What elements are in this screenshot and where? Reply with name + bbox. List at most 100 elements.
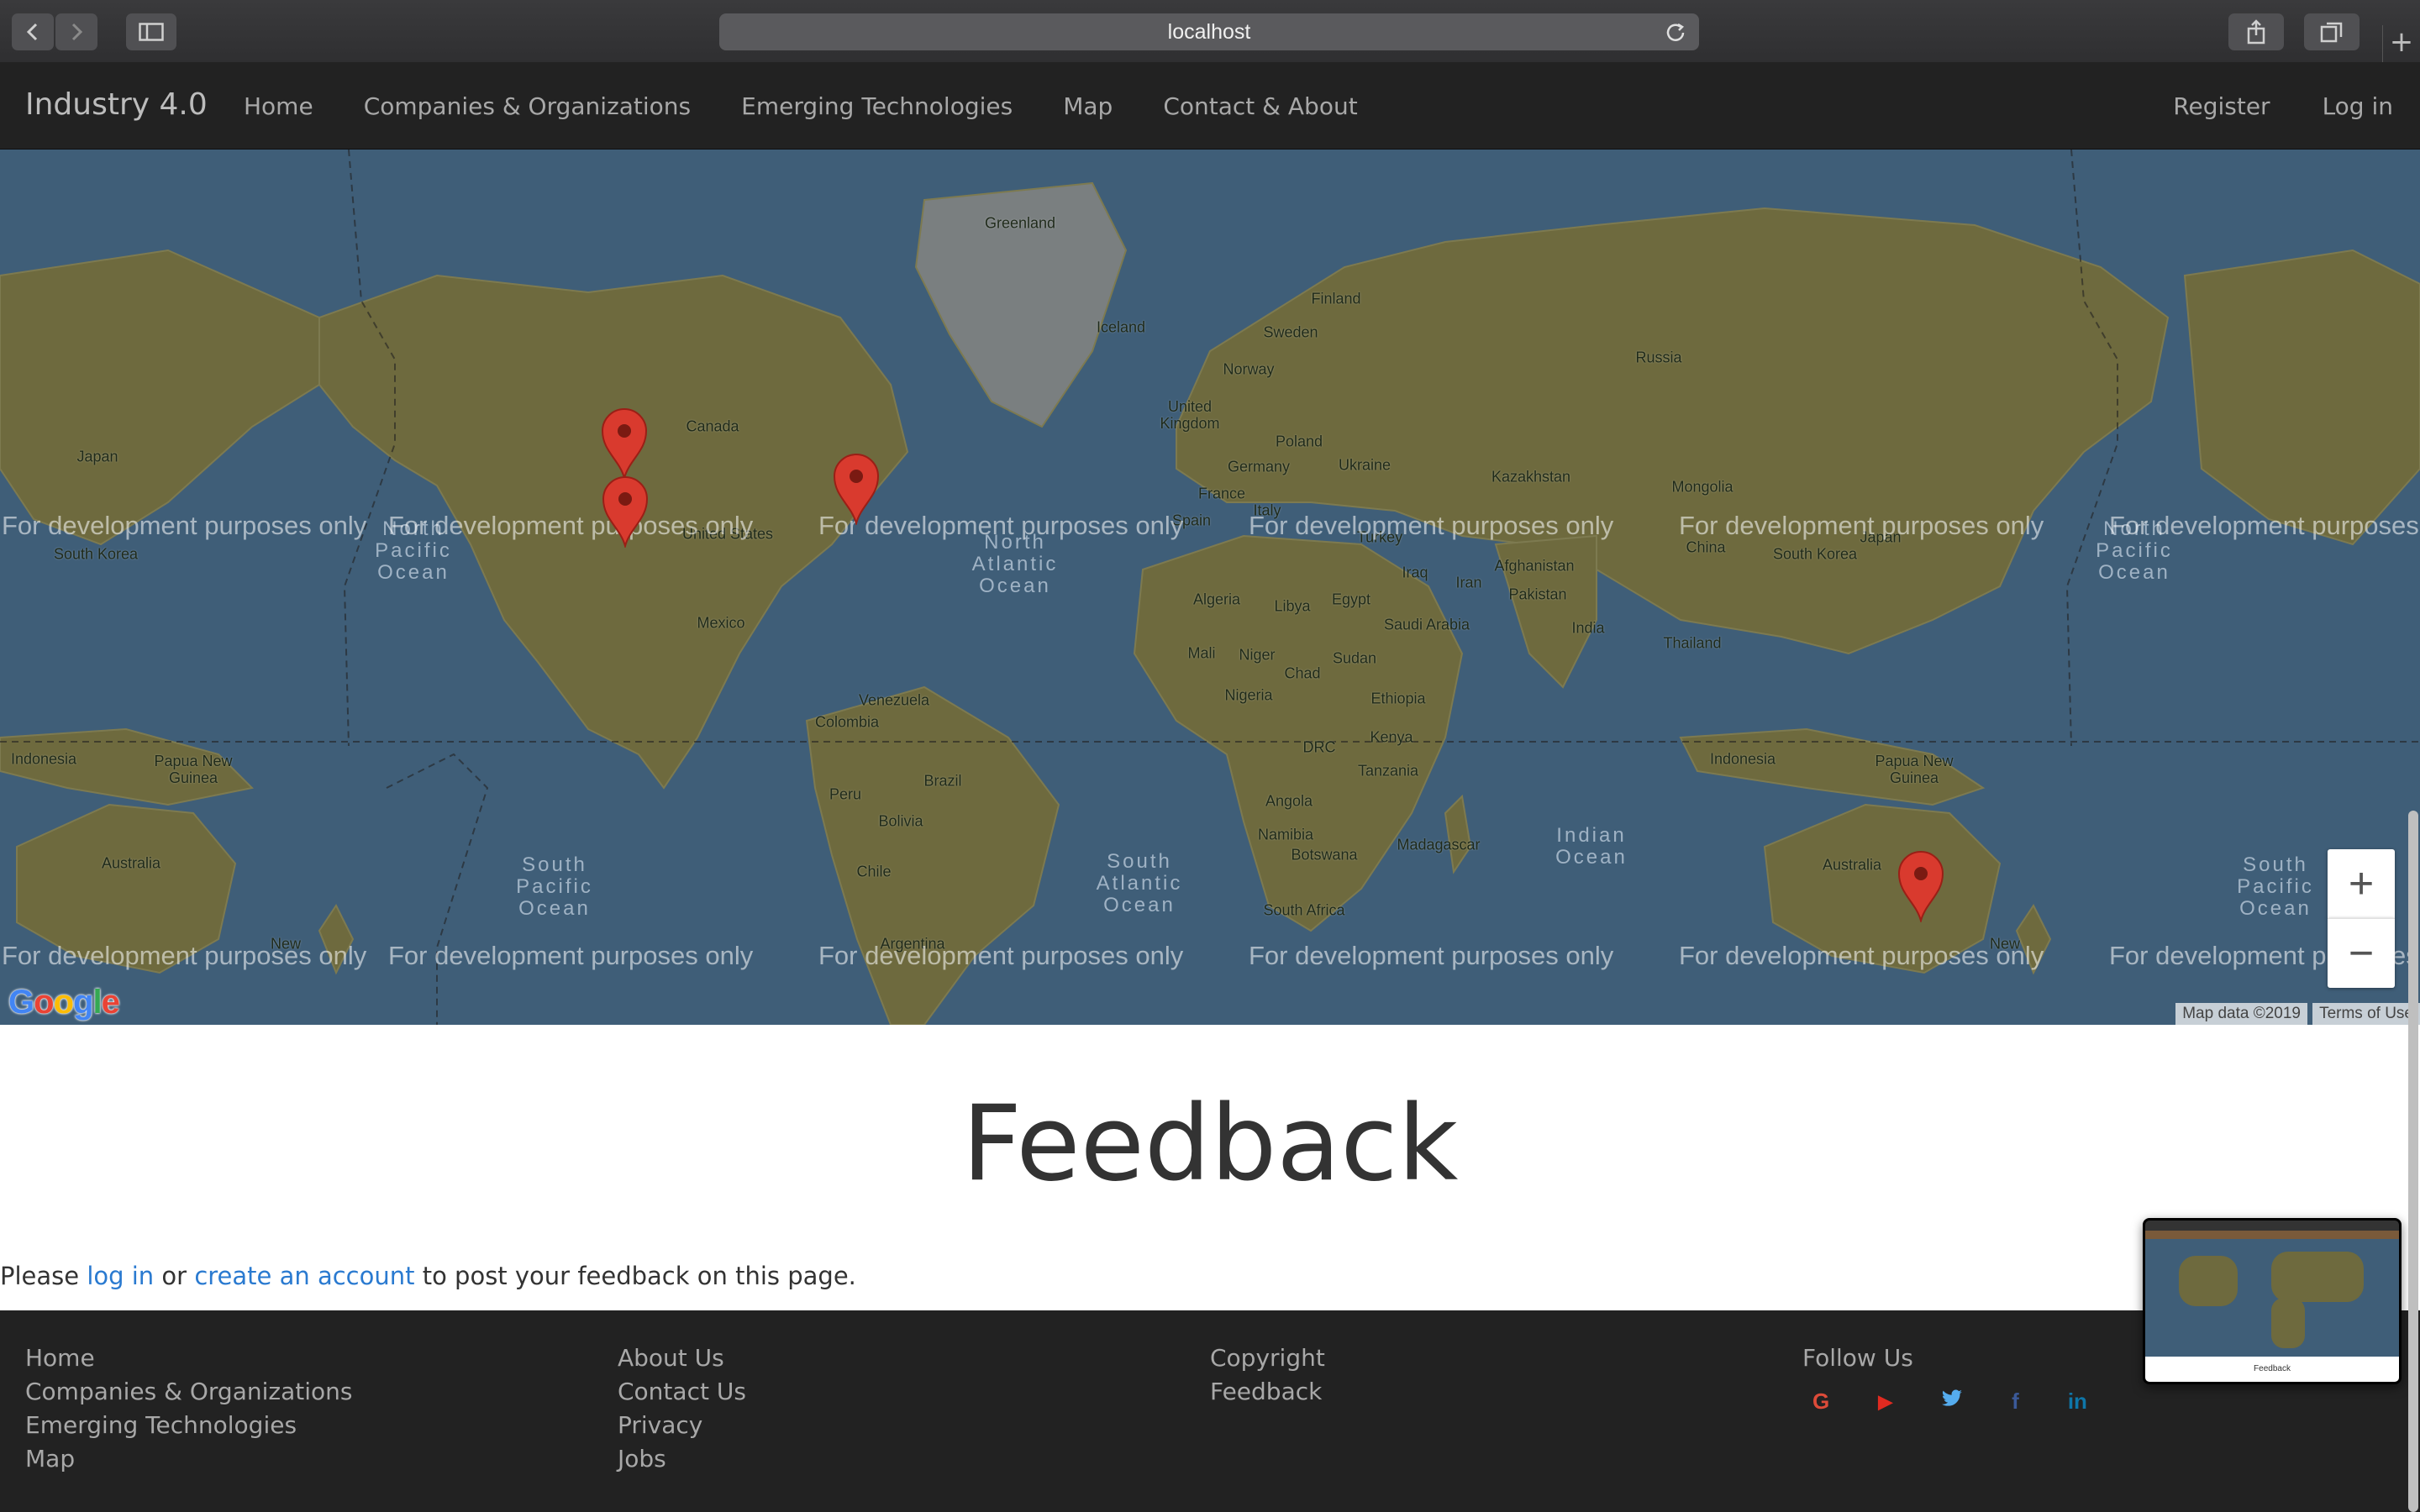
chevron-right-icon: [71, 23, 83, 41]
map-label: Canada: [686, 417, 739, 435]
map-label: Iraq: [1402, 564, 1428, 581]
feedback-text-middle: or: [154, 1262, 195, 1290]
ocean-label: South Pacific Ocean: [2237, 853, 2314, 920]
zoom-out-button[interactable]: −: [2328, 918, 2395, 988]
login-inline-link[interactable]: log in: [87, 1262, 154, 1290]
map-label: South Korea: [1772, 545, 1858, 563]
nav-contact[interactable]: Contact & About: [1163, 92, 1357, 120]
map-label: Ethiopia: [1370, 690, 1426, 707]
map-label: Nigeria: [1224, 686, 1273, 704]
map-marker-icon[interactable]: [602, 475, 649, 548]
nav-home[interactable]: Home: [244, 92, 313, 120]
site-navbar: Industry 4.0 Home Companies & Organizati…: [0, 62, 2420, 150]
map-label: Japan: [76, 448, 118, 465]
footer-home-link[interactable]: Home: [25, 1344, 352, 1372]
linkedin-icon[interactable]: in: [2068, 1388, 2087, 1415]
dev-watermark: For development purposes only: [2, 941, 367, 970]
footer-about-link[interactable]: About Us: [618, 1344, 746, 1372]
tabs-overview-button[interactable]: [2304, 13, 2360, 50]
footer-privacy-link[interactable]: Privacy: [618, 1411, 746, 1439]
zoom-in-button[interactable]: +: [2328, 849, 2395, 918]
new-tab-button[interactable]: +: [2382, 25, 2420, 62]
ocean-label: North Atlantic Ocean: [971, 531, 1059, 597]
map-label: Poland: [1275, 433, 1323, 450]
tabs-icon: [2320, 22, 2343, 43]
footer-feedback-link[interactable]: Feedback: [1210, 1378, 1325, 1405]
map-label: China: [1686, 538, 1726, 556]
nav-technologies[interactable]: Emerging Technologies: [741, 92, 1013, 120]
map-label: Kenya: [1370, 728, 1413, 746]
address-text: localhost: [1167, 19, 1251, 44]
dev-watermark: For development purposes only: [2, 511, 367, 540]
footer-copyright-link[interactable]: Copyright: [1210, 1344, 1325, 1372]
brand-logo[interactable]: Industry 4.0: [25, 87, 208, 122]
map-label: DRC: [1302, 738, 1336, 756]
map-label: Germany: [1227, 458, 1291, 475]
map-label: Chile: [856, 863, 892, 880]
reload-icon[interactable]: [1664, 20, 1687, 44]
google-logo[interactable]: Google: [8, 984, 120, 1021]
page-title: Feedback: [961, 1084, 1459, 1205]
social-links: G ▶ f in: [1802, 1388, 2087, 1415]
thumbnail-caption: Feedback: [2145, 1357, 2399, 1382]
map-marker-icon[interactable]: [833, 453, 880, 525]
map-label: Kazakhstan: [1491, 468, 1571, 486]
footer-companies-link[interactable]: Companies & Organizations: [25, 1378, 352, 1405]
nav-map[interactable]: Map: [1063, 92, 1113, 120]
ocean-label: Indian Ocean: [1555, 824, 1628, 869]
ocean-label: South Atlantic Ocean: [1096, 850, 1183, 916]
footer-contact-link[interactable]: Contact Us: [618, 1378, 746, 1405]
map-label: Iceland: [1096, 318, 1146, 336]
twitter-icon[interactable]: [1941, 1388, 1963, 1415]
youtube-icon[interactable]: ▶: [1878, 1388, 1892, 1415]
map-label: South Africa: [1263, 901, 1345, 919]
footer-jobs-link[interactable]: Jobs: [618, 1445, 746, 1473]
map-label: Sudan: [1332, 649, 1377, 667]
thumbnail-toolbar: [2145, 1221, 2399, 1231]
map-label: Mongolia: [1671, 478, 1733, 496]
map-label: Algeria: [1192, 591, 1241, 608]
map-label: Namibia: [1257, 826, 1314, 843]
main-nav: Home Companies & Organizations Emerging …: [244, 92, 1358, 120]
create-account-link[interactable]: create an account: [194, 1262, 414, 1290]
map-label: Chad: [1284, 664, 1321, 682]
map-label: Bolivia: [878, 812, 923, 830]
map-label: Colombia: [814, 713, 880, 731]
thumbnail-land: [2271, 1252, 2364, 1302]
map-label: Papua New Guinea: [1875, 753, 1954, 786]
map-label: United Kingdom: [1160, 398, 1220, 432]
share-icon: [2247, 19, 2265, 45]
register-link[interactable]: Register: [2173, 92, 2270, 120]
nav-companies[interactable]: Companies & Organizations: [364, 92, 691, 120]
page-scrollbar[interactable]: [2408, 811, 2418, 1512]
back-button[interactable]: [12, 13, 54, 50]
screenshot-thumbnail[interactable]: Feedback: [2143, 1218, 2402, 1384]
map-marker-icon[interactable]: [1897, 850, 1944, 922]
map-label: Finland: [1311, 290, 1361, 307]
footer-map-link[interactable]: Map: [25, 1445, 352, 1473]
browser-toolbar: localhost +: [0, 0, 2420, 63]
sidebar-toggle-button[interactable]: [126, 13, 176, 50]
map-label: Pakistan: [1508, 585, 1567, 603]
footer-technologies-link[interactable]: Emerging Technologies: [25, 1411, 352, 1439]
map-label: Australia: [1822, 856, 1882, 874]
address-bar[interactable]: localhost: [719, 13, 1699, 50]
footer-col-about: About Us Contact Us Privacy Jobs: [618, 1344, 746, 1473]
map-label: Iran: [1455, 574, 1482, 591]
share-button[interactable]: [2228, 13, 2284, 50]
forward-button[interactable]: [55, 13, 97, 50]
map-label: Mali: [1187, 644, 1216, 662]
dev-watermark: For development purposes only: [1249, 511, 1614, 540]
facebook-icon[interactable]: f: [2012, 1388, 2019, 1415]
terms-of-use-link[interactable]: Terms of Use: [2312, 1003, 2420, 1025]
map-label: Australia: [101, 854, 161, 872]
dev-watermark: For development purposes only: [818, 941, 1184, 970]
ocean-label: South Pacific Ocean: [516, 853, 593, 920]
google-icon[interactable]: G: [1812, 1388, 1829, 1415]
login-link[interactable]: Log in: [2323, 92, 2393, 120]
map-marker-icon[interactable]: [601, 407, 648, 480]
map-label: Madagascar: [1397, 836, 1481, 853]
map-label: Mexico: [697, 614, 745, 632]
dev-watermark: For development purposes only: [2109, 511, 2420, 540]
world-map[interactable]: Greenland Finland Iceland Sweden Norway …: [0, 150, 2420, 1025]
